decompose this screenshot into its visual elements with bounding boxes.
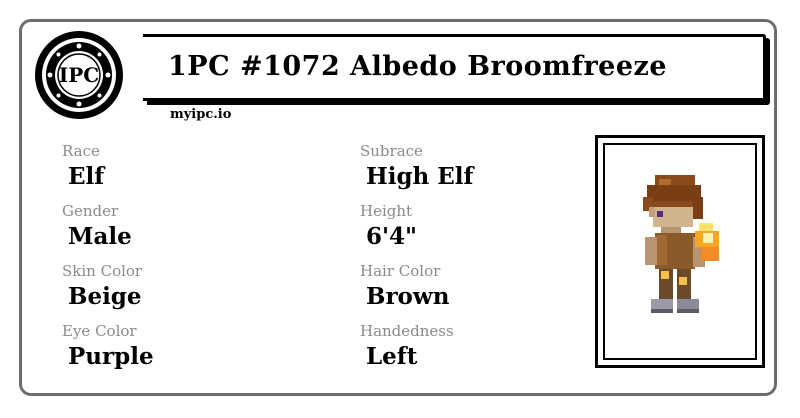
field-value: High Elf [366, 163, 474, 190]
field-value: Male [68, 223, 132, 250]
portrait-inner-border [603, 143, 757, 360]
field-skin-color: Skin Color Beige [62, 262, 142, 311]
field-eye-color: Eye Color Purple [62, 322, 154, 371]
field-height: Height 6'4" [360, 202, 417, 251]
field-value: Elf [68, 163, 105, 190]
ipc-logo-icon: IPC [35, 31, 123, 119]
field-race: Race Elf [62, 142, 104, 191]
character-sprite-icon [643, 175, 719, 313]
site-link[interactable]: myipc.io [170, 107, 231, 122]
field-label: Skin Color [62, 262, 143, 280]
field-label: Hair Color [360, 262, 441, 280]
field-label: Eye Color [62, 322, 137, 340]
field-gender: Gender Male [62, 202, 132, 251]
field-handedness: Handedness Left [360, 322, 454, 371]
field-value: Purple [68, 343, 154, 370]
field-label: Subrace [360, 142, 423, 160]
field-label: Handedness [360, 322, 454, 340]
field-subrace: Subrace High Elf [360, 142, 473, 191]
field-value: Brown [366, 283, 450, 310]
svg-text:IPC: IPC [59, 63, 99, 87]
portrait-frame [595, 135, 765, 368]
field-value: Left [366, 343, 418, 370]
character-title: 1PC #1072 Albedo Broomfreeze [168, 51, 668, 82]
title-banner: 1PC #1072 Albedo Broomfreeze [143, 34, 766, 101]
field-label: Race [62, 142, 100, 160]
field-value: Beige [68, 283, 142, 310]
field-label: Height [360, 202, 413, 220]
field-value: 6'4" [366, 223, 418, 250]
field-hair-color: Hair Color Brown [360, 262, 449, 311]
field-label: Gender [62, 202, 119, 220]
